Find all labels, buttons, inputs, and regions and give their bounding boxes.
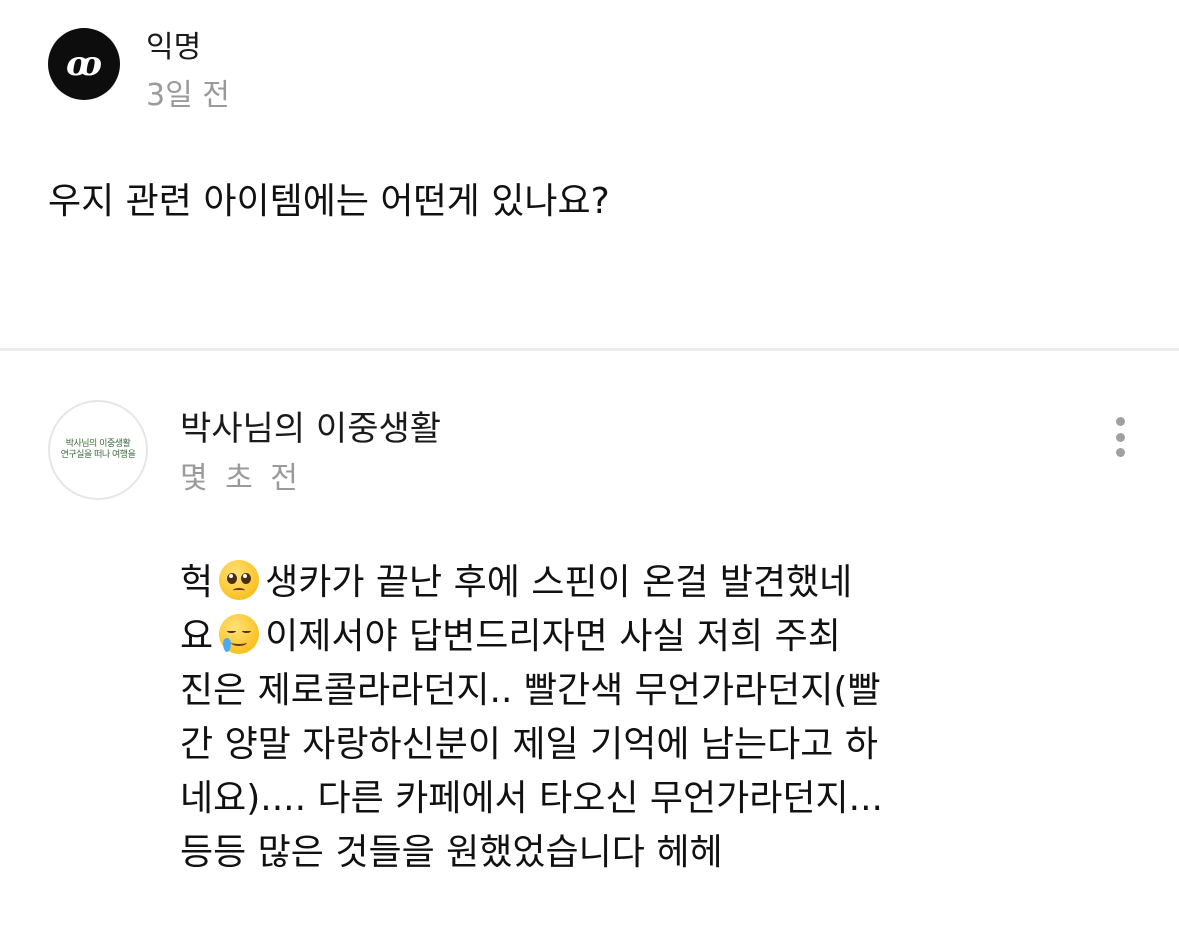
answer-line: 헉 생카가 끝난 후에 스핀이 온걸 발견했네: [180, 556, 980, 610]
answer-line: 등등 많은 것들을 원했었습니다 헤헤: [180, 832, 723, 873]
answer-line: 요 이제서야 답변드리자면 사실 저희 주최: [180, 610, 980, 664]
question-timestamp: 3일 전: [146, 78, 230, 113]
pleading-face-emoji-icon: [219, 560, 260, 600]
answerer-avatar[interactable]: 박사님의 이중생활 연구실을 떠나 여행을: [48, 400, 148, 500]
anonymous-avatar[interactable]: ꝏ: [48, 28, 120, 100]
question-author[interactable]: 익명: [146, 30, 201, 66]
smiling-face-with-tear-emoji-icon: [219, 614, 260, 654]
vertical-ellipsis-icon: [1115, 448, 1125, 457]
answer-line: 간 양말 자랑하신분이 제일 기억에 남는다고 하: [180, 724, 878, 765]
answer-author[interactable]: 박사님의 이중생활: [180, 409, 441, 449]
answer-line: 네요).... 다른 카페에서 타오신 무언가라던지...: [180, 778, 883, 819]
answer-text: 헉 생카가 끝난 후에 스핀이 온걸 발견했네 요 이제서야 답변드리자면 사실 저…: [180, 556, 980, 880]
answer-text-segment: 요: [180, 616, 214, 657]
question-text: 우지 관련 아이템에는 어떤게 있나요?: [48, 181, 610, 222]
vertical-ellipsis-icon: [1115, 432, 1125, 442]
avatar-logo-line-2: 연구실을 떠나 여행을: [60, 450, 136, 460]
answer-text-segment: 생카가 끝난 후에 스핀이 온걸 발견했네: [265, 562, 853, 603]
answer-post: 박사님의 이중생활 연구실을 떠나 여행을 박사님의 이중생활 몇 초 전 헉 생…: [0, 351, 1179, 942]
avatar-logo-line-1: 박사님의 이중생활: [65, 439, 131, 449]
vertical-ellipsis-icon: [1115, 417, 1125, 426]
qa-page: ꝏ 익명 3일 전 우지 관련 아이템에는 어떤게 있나요? 박사님의 이중생활…: [0, 0, 1179, 942]
answer-line: 진은 제로콜라라던지.. 빨간색 무언가라던지(빨: [180, 670, 881, 711]
more-options-button[interactable]: [1104, 413, 1136, 461]
answer-timestamp: 몇 초 전: [180, 461, 302, 496]
answer-text-segment: 헉: [180, 562, 214, 603]
answer-text-segment: 이제서야 답변드리자면 사실 저희 주최: [265, 616, 841, 657]
question-post: ꝏ 익명 3일 전 우지 관련 아이템에는 어떤게 있나요?: [0, 0, 1179, 350]
avatar-glyph: ꝏ: [65, 44, 103, 84]
